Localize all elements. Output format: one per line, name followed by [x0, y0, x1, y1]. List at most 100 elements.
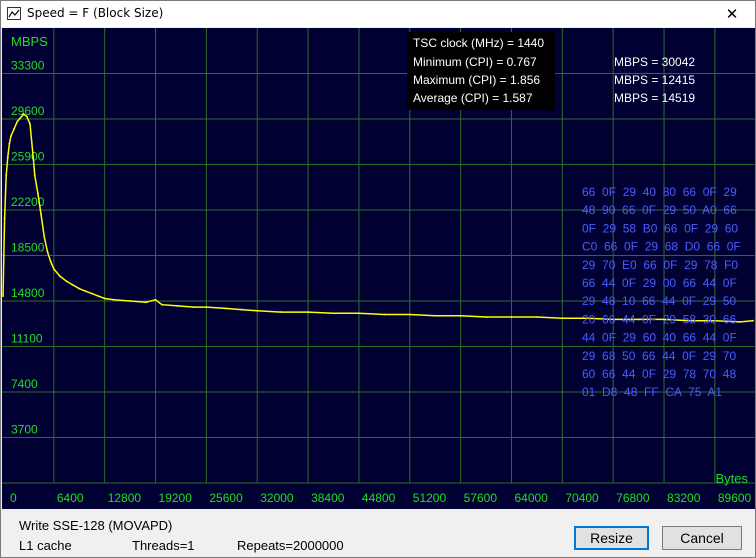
y-tick-label: 7400 [11, 377, 38, 391]
x-tick-label: 76800 [616, 491, 650, 505]
cache-level: L1 cache [19, 538, 72, 553]
hex-dump-row: 44 0F 29 60 40 66 44 0F [582, 331, 737, 345]
data-point [22, 113, 25, 115]
hex-dump-row: C0 66 0F 29 68 D0 66 0F [582, 240, 741, 254]
data-point [29, 123, 31, 125]
hex-dump-row: 66 44 0F 29 00 66 44 0F [582, 276, 737, 290]
resize-button[interactable]: Resize [574, 526, 649, 550]
min-mbps-text: MBPS = 30042 [614, 55, 695, 69]
x-tick-label: 32000 [260, 491, 294, 505]
data-point [176, 305, 179, 307]
test-name: Write SSE-128 (MOVAPD) [19, 518, 173, 533]
data-point [32, 156, 35, 159]
x-tick-label: 0 [10, 491, 17, 505]
hex-dump-row: 29 48 10 66 44 0F 29 50 [582, 294, 736, 308]
x-tick-label: 51200 [413, 491, 447, 505]
data-point [510, 316, 513, 318]
x-tick-label: 38400 [311, 491, 345, 505]
x-tick-label: 12800 [108, 491, 142, 505]
data-point [5, 174, 8, 177]
threads-count: Threads=1 [132, 538, 195, 553]
data-point [205, 306, 208, 309]
title-bar[interactable]: Speed = F (Block Size) ✕ [1, 1, 755, 27]
data-point [25, 115, 28, 118]
data-point [358, 312, 360, 315]
y-tick-label: 18500 [11, 241, 45, 255]
x-tick-label: 6400 [57, 491, 84, 505]
data-point [113, 298, 116, 301]
hex-dump-row: 29 70 E0 66 0F 29 78 F0 [582, 258, 738, 272]
x-tick-label: 89600 [718, 491, 752, 505]
min-cpi-text: Minimum (CPI) = 0.767 [413, 55, 537, 69]
data-point [739, 321, 742, 323]
y-axis-label: MBPS [11, 34, 48, 49]
data-point [19, 116, 22, 119]
data-point [192, 306, 195, 309]
x-tick-label: 70400 [565, 491, 599, 505]
data-point [91, 292, 93, 295]
data-point [59, 275, 62, 278]
data-point [485, 316, 487, 318]
data-point [256, 309, 259, 312]
data-point [13, 127, 16, 130]
data-point [10, 135, 12, 138]
x-tick-label: 64000 [514, 491, 548, 505]
data-point [752, 319, 754, 322]
status-bar: Write SSE-128 (MOVAPD) L1 cache Threads=… [1, 511, 755, 557]
x-axis-label: Bytes [715, 471, 748, 486]
x-tick-label: 19200 [159, 491, 193, 505]
repeats-count: Repeats=2000000 [237, 538, 344, 553]
hex-dump-row: 20 66 44 0F 29 58 30 66 [582, 312, 736, 326]
y-tick-label: 14800 [11, 286, 45, 300]
tsc-clock-text: TSC clock (MHz) = 1440 [413, 36, 544, 50]
data-point [8, 142, 11, 145]
data-point [240, 308, 243, 311]
data-point [332, 312, 335, 315]
y-tick-label: 33300 [11, 59, 45, 73]
data-point [84, 290, 87, 293]
data-point [103, 297, 106, 300]
data-point [78, 287, 81, 290]
data-point [37, 193, 39, 195]
x-tick-label: 44800 [362, 491, 396, 505]
data-point [561, 317, 564, 320]
data-point [224, 307, 227, 310]
data-point [43, 236, 46, 238]
data-point [40, 214, 43, 216]
data-point [6, 156, 9, 159]
speed-chart: MBPS Bytes 37007400111001480018500222002… [2, 28, 755, 509]
hex-dump-row: 66 0F 29 40 80 66 0F 29 [582, 185, 737, 199]
data-point [3, 217, 6, 220]
hex-dump-row: 48 90 66 0F 29 50 A0 66 [582, 203, 737, 217]
cancel-button[interactable]: Cancel [662, 526, 742, 550]
data-point [434, 314, 437, 317]
data-point [52, 268, 55, 270]
data-point [97, 295, 100, 297]
hex-dump-row: 01 D8 48 FF CA 75 A1 [582, 385, 722, 399]
data-point [46, 250, 49, 253]
avg-mbps-text: MBPS = 14519 [614, 91, 695, 105]
x-tick-label: 83200 [667, 491, 701, 505]
x-tick-label: 25600 [209, 491, 243, 505]
data-point [307, 311, 309, 313]
y-tick-label: 3700 [11, 423, 38, 437]
window-title: Speed = F (Block Size) [27, 6, 164, 20]
data-point [535, 316, 538, 318]
app-icon [7, 7, 21, 20]
benchmark-window: Speed = F (Block Size) ✕ MBPS Bytes 3700… [0, 0, 756, 558]
data-point [383, 313, 386, 316]
data-point [408, 313, 411, 316]
max-mbps-text: MBPS = 12415 [614, 73, 695, 87]
close-button[interactable]: ✕ [709, 1, 755, 27]
data-point [160, 303, 163, 306]
data-point [280, 311, 282, 313]
hex-dump-row: 60 66 44 0F 29 78 70 48 [582, 367, 736, 381]
y-tick-label: 25900 [11, 150, 45, 164]
data-point [65, 280, 68, 283]
x-tick-label: 57600 [464, 491, 498, 505]
data-point [145, 301, 147, 304]
data-point [16, 120, 19, 123]
data-point [2, 295, 4, 297]
hex-dump-row: 29 68 50 66 44 0F 29 70 [582, 349, 736, 363]
data-point [49, 260, 52, 263]
